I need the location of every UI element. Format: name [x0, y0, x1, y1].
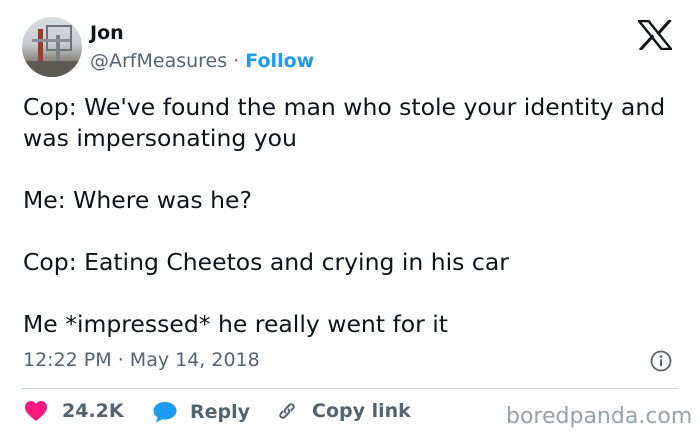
- info-icon[interactable]: [650, 350, 672, 372]
- like-button[interactable]: 24.2K: [24, 400, 124, 422]
- heart-icon: [25, 401, 47, 421]
- copy-link-button[interactable]: Copy link: [276, 400, 411, 422]
- reply-label: Reply: [190, 401, 251, 423]
- avatar-photo-ground: [22, 61, 82, 77]
- speech-bubble-icon: [153, 402, 177, 423]
- divider: [22, 388, 678, 389]
- tweet-text: Cop: We've found the man who stole your …: [23, 92, 683, 340]
- tweet-timestamp[interactable]: 12:22 PM · May 14, 2018: [23, 348, 260, 372]
- tweet-paragraph: Me *impressed* he really went for it: [23, 310, 449, 338]
- watermark: boredpanda.com: [506, 404, 693, 429]
- tweet-paragraph: Me: Where was he?: [23, 186, 252, 214]
- tweet-paragraph: Cop: We've found the man who stole your …: [23, 93, 666, 152]
- tweet-paragraph: Cop: Eating Cheetos and crying in his ca…: [23, 248, 509, 276]
- x-logo-icon[interactable]: [638, 20, 672, 50]
- like-count: 24.2K: [62, 400, 124, 422]
- avatar-photo-bar: [32, 39, 70, 42]
- avatar[interactable]: [22, 17, 82, 77]
- reply-button[interactable]: Reply: [152, 400, 250, 424]
- follow-button[interactable]: Follow: [245, 50, 314, 72]
- author-handle[interactable]: @ArfMeasures: [90, 50, 227, 72]
- tweet-time: 12:22 PM: [23, 349, 112, 371]
- tweet-date: May 14, 2018: [129, 349, 260, 371]
- copy-link-label: Copy link: [312, 400, 411, 422]
- author-handle-row: @ArfMeasures · Follow: [90, 50, 314, 72]
- timestamp-separator: ·: [117, 349, 124, 371]
- handle-separator: ·: [233, 50, 240, 72]
- link-icon: [279, 403, 295, 419]
- author-display-name[interactable]: Jon: [90, 22, 124, 44]
